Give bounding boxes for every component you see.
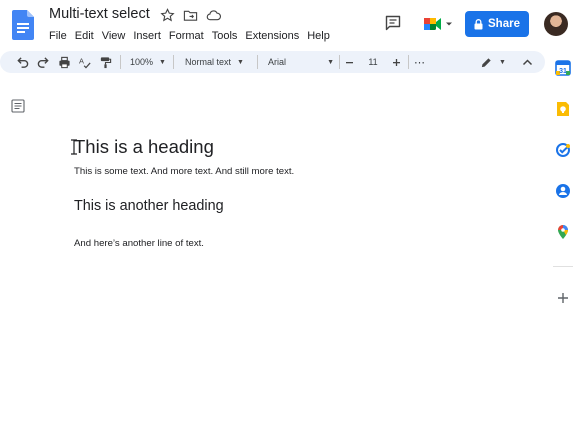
spellcheck-icon[interactable]: A xyxy=(79,51,92,73)
menu-insert[interactable]: Insert xyxy=(129,29,165,43)
formatting-toolbar: A 100% ▼ Normal text ▼ Arial ▼ 11 ⋯ ▼ xyxy=(0,51,545,73)
maps-icon[interactable] xyxy=(555,224,571,240)
svg-text:31: 31 xyxy=(559,68,567,75)
zoom-select[interactable]: 100% ▼ xyxy=(130,51,166,73)
pencil-icon xyxy=(481,57,491,67)
menu-file[interactable]: File xyxy=(49,29,71,43)
plus-icon xyxy=(393,58,400,66)
print-icon[interactable] xyxy=(58,51,71,73)
heading-1[interactable]: This is a heading xyxy=(74,136,214,158)
menu-view[interactable]: View xyxy=(98,29,130,43)
lock-icon xyxy=(474,18,483,29)
editing-mode-button[interactable]: ▼ xyxy=(480,51,506,73)
cloud-saved-icon[interactable] xyxy=(206,8,221,23)
minus-icon xyxy=(346,61,353,63)
paragraph-style-select[interactable]: Normal text ▼ xyxy=(185,51,244,73)
zoom-value: 100% xyxy=(130,57,154,67)
paragraph-1[interactable]: This is some text. And more text. And st… xyxy=(74,166,294,177)
side-panel-divider xyxy=(553,266,573,267)
docs-logo-icon[interactable] xyxy=(12,10,34,40)
meet-button[interactable] xyxy=(418,11,458,37)
more-options-button[interactable]: ⋯ xyxy=(414,51,425,73)
share-label: Share xyxy=(488,18,520,30)
font-size-input[interactable]: 11 xyxy=(360,51,386,73)
star-icon[interactable] xyxy=(160,8,175,23)
calendar-icon[interactable]: 31 xyxy=(555,60,571,76)
heading-2[interactable]: This is another heading xyxy=(74,198,224,214)
move-folder-icon[interactable] xyxy=(183,8,198,23)
paint-format-icon[interactable] xyxy=(99,51,112,73)
document-title[interactable]: Multi-text select xyxy=(49,6,150,22)
font-family-select[interactable]: Arial ▼ xyxy=(268,51,334,73)
document-canvas[interactable] xyxy=(0,80,545,440)
tasks-icon[interactable] xyxy=(555,142,571,158)
toolbar-divider xyxy=(339,55,340,69)
chevron-down-icon: ▼ xyxy=(499,58,506,66)
hide-menus-button[interactable] xyxy=(522,51,533,73)
title-bar: Multi-text select File Edit View Insert … xyxy=(0,0,580,48)
font-size-value: 11 xyxy=(368,57,378,67)
add-icon[interactable] xyxy=(555,290,571,306)
keep-icon[interactable] xyxy=(555,101,571,117)
menu-bar: File Edit View Insert Format Tools Exten… xyxy=(49,29,334,43)
chevron-up-icon xyxy=(522,58,533,65)
document-outline-icon[interactable] xyxy=(11,99,25,113)
redo-icon[interactable] xyxy=(37,51,50,73)
undo-icon[interactable] xyxy=(16,51,29,73)
toolbar-divider xyxy=(173,55,174,69)
meet-icon xyxy=(424,18,452,30)
paragraph-2[interactable]: And here’s another line of text. xyxy=(74,238,204,249)
menu-tools[interactable]: Tools xyxy=(208,29,242,43)
menu-edit[interactable]: Edit xyxy=(71,29,98,43)
chevron-down-icon: ▼ xyxy=(237,58,244,66)
comment-history-icon[interactable] xyxy=(384,14,402,32)
avatar[interactable] xyxy=(544,12,568,36)
menu-format[interactable]: Format xyxy=(165,29,208,43)
chevron-down-icon: ▼ xyxy=(327,58,334,66)
share-button[interactable]: Share xyxy=(465,11,529,37)
title-icons xyxy=(160,8,221,23)
contacts-icon[interactable] xyxy=(555,183,571,199)
side-panel: 31 xyxy=(545,48,580,440)
toolbar-divider xyxy=(120,55,121,69)
increase-font-size-button[interactable] xyxy=(392,51,401,73)
menu-extensions[interactable]: Extensions xyxy=(241,29,303,43)
svg-text:A: A xyxy=(79,56,84,65)
toolbar-divider xyxy=(257,55,258,69)
decrease-font-size-button[interactable] xyxy=(345,51,354,73)
toolbar-divider xyxy=(408,55,409,69)
menu-help[interactable]: Help xyxy=(303,29,334,43)
font-family-value: Arial xyxy=(268,57,287,67)
chevron-down-icon: ▼ xyxy=(159,58,166,66)
paragraph-style-value: Normal text xyxy=(185,57,232,67)
more-icon: ⋯ xyxy=(414,56,425,69)
